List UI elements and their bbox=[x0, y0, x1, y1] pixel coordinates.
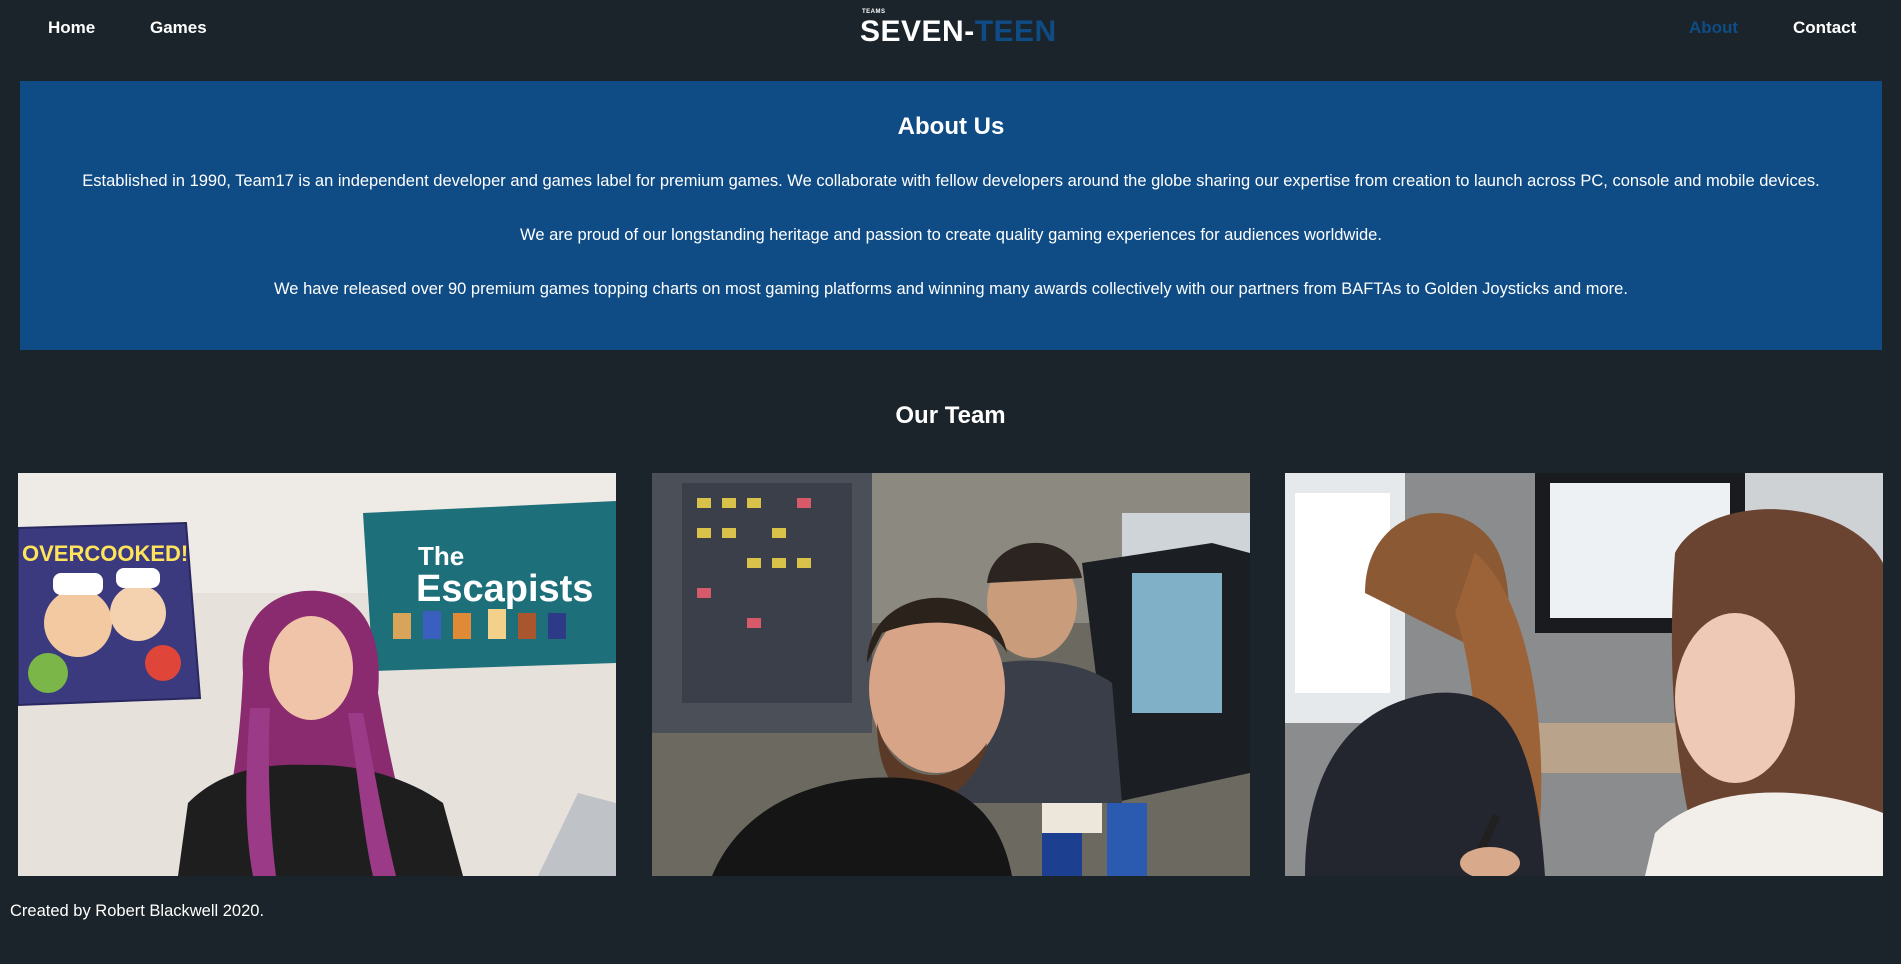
team-title: Our Team bbox=[895, 402, 1006, 429]
team-photo-1: OVERCOOKED! The Escapists bbox=[18, 473, 616, 876]
about-paragraph-1: Established in 1990, Team17 is an indepe… bbox=[82, 172, 1820, 190]
nav-games-link[interactable]: Games bbox=[150, 18, 207, 38]
overcooked-logo-text: OVERCOOKED! bbox=[22, 541, 188, 566]
person-woman-foreground bbox=[1645, 509, 1883, 876]
about-paragraph-3: We have released over 90 premium games t… bbox=[274, 280, 1628, 298]
escapists-title-line2: Escapists bbox=[416, 568, 593, 610]
nav-home-link[interactable]: Home bbox=[48, 18, 95, 38]
team-photo-2 bbox=[652, 473, 1250, 876]
about-section: About Us Established in 1990, Team17 is … bbox=[20, 81, 1882, 350]
footer-credit: Created by Robert Blackwell 2020. bbox=[10, 902, 265, 920]
logo-part-teen: TEEN bbox=[974, 15, 1057, 48]
about-paragraph-2: We are proud of our longstanding heritag… bbox=[520, 226, 1382, 244]
site-logo[interactable]: TEAMS SEVEN-TEEN bbox=[860, 9, 1060, 49]
team-photo-3 bbox=[1285, 473, 1883, 876]
about-title: About Us bbox=[897, 113, 1005, 140]
escapists-title-line1: The bbox=[418, 541, 464, 571]
overcooked-poster: OVERCOOKED! bbox=[18, 521, 202, 707]
logo-part-seven: SEVEN- bbox=[860, 15, 975, 48]
logo-main-text: SEVEN-TEEN bbox=[860, 15, 1057, 48]
nav-about-link[interactable]: About bbox=[1689, 18, 1738, 38]
top-navigation: Home Games TEAMS SEVEN-TEEN About Contac… bbox=[0, 0, 1901, 56]
nav-contact-link[interactable]: Contact bbox=[1793, 18, 1856, 38]
escapists-poster: The Escapists bbox=[363, 501, 616, 671]
